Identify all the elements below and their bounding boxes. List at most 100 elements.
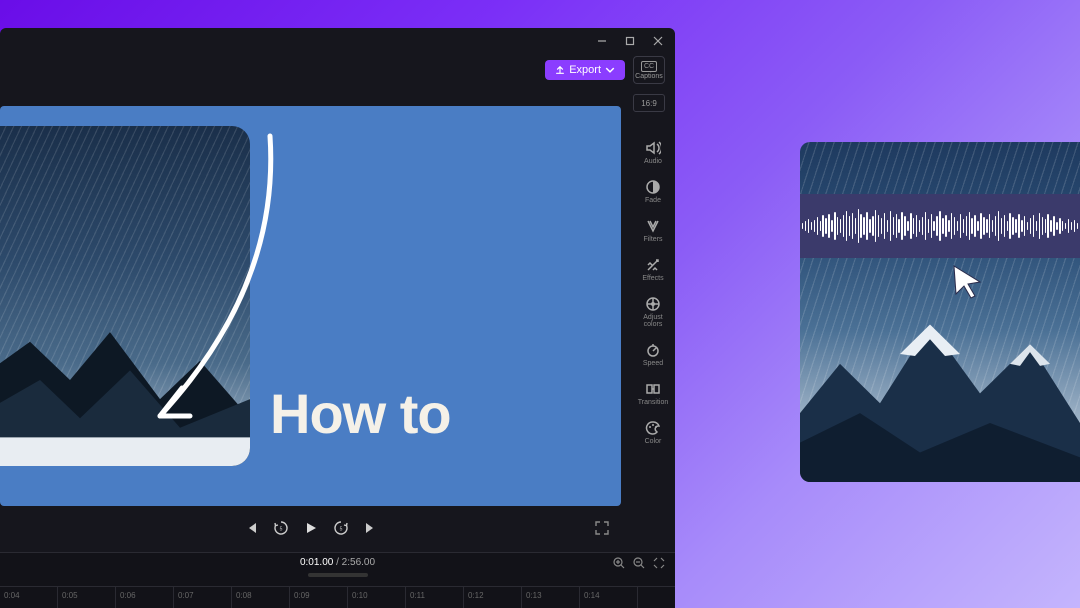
waveform-bar xyxy=(875,210,876,242)
chevron-down-icon xyxy=(605,65,615,75)
tool-transition[interactable]: Transition xyxy=(633,381,673,406)
tool-adjust-colors[interactable]: Adjust colors xyxy=(633,296,673,328)
waveform-bar xyxy=(846,211,847,241)
waveform-bar xyxy=(922,217,923,235)
tool-audio[interactable]: Audio xyxy=(633,140,673,165)
skip-start-button[interactable] xyxy=(242,519,260,537)
waveform-bar xyxy=(992,220,993,232)
waveform-bar xyxy=(1074,220,1075,232)
waveform-bar xyxy=(901,212,902,240)
fade-icon xyxy=(645,179,661,195)
effects-icon xyxy=(645,257,661,273)
fit-zoom-button[interactable] xyxy=(653,557,665,569)
ruler-tick: 0:04 xyxy=(0,587,58,608)
waveform-bar xyxy=(913,218,914,234)
waveform-bar xyxy=(1012,217,1013,235)
play-button[interactable] xyxy=(302,519,320,537)
tool-fade[interactable]: Fade xyxy=(633,179,673,204)
waveform-bar xyxy=(881,218,882,234)
waveform-bar xyxy=(869,219,870,233)
tool-label: Fade xyxy=(645,197,661,204)
waveform-bar xyxy=(910,213,911,239)
waveform-bar xyxy=(890,211,891,241)
timeline-scrollbar[interactable] xyxy=(308,573,368,577)
waveform-bar xyxy=(989,214,990,238)
waveform-bar xyxy=(1027,222,1028,230)
waveform-bar xyxy=(820,221,821,231)
waveform-bar xyxy=(969,212,970,240)
waveform-bar xyxy=(1021,220,1022,232)
waveform-bar xyxy=(980,213,981,239)
ruler-tick: 0:05 xyxy=(58,587,116,608)
captions-button[interactable]: CC Captions xyxy=(633,56,665,84)
fullscreen-button[interactable] xyxy=(595,521,609,535)
waveform-bar xyxy=(805,221,806,231)
preview-column: How to 5 5 xyxy=(0,90,631,550)
waveform-bar xyxy=(878,215,879,237)
playback-controls: 5 5 xyxy=(0,506,621,550)
timeline-area: 0:01.00 / 2:56.00 0:040:050:060:070:080:… xyxy=(0,552,675,608)
zoom-out-button[interactable] xyxy=(633,557,645,569)
timeline-ruler[interactable]: 0:040:050:060:070:080:090:100:110:120:13… xyxy=(0,586,675,608)
waveform-bar xyxy=(1062,221,1063,231)
waveform-bar xyxy=(1056,222,1057,230)
window-titlebar xyxy=(0,28,675,54)
waveform-bar xyxy=(1071,222,1072,230)
promo-preview-panel xyxy=(800,142,1080,482)
ruler-tick: 0:09 xyxy=(290,587,348,608)
waveform-bar xyxy=(1039,213,1040,239)
export-button[interactable]: Export xyxy=(545,60,625,80)
overlay-title-text: How to xyxy=(270,381,451,446)
forward-button[interactable]: 5 xyxy=(332,519,350,537)
waveform-bar xyxy=(840,219,841,233)
audio-waveform-clip[interactable] xyxy=(800,194,1080,258)
waveform-bar xyxy=(983,217,984,235)
ruler-tick: 0:13 xyxy=(522,587,580,608)
waveform-bar xyxy=(1059,218,1060,234)
skip-end-button[interactable] xyxy=(362,519,380,537)
waveform-bar xyxy=(834,212,835,240)
current-time: 0:01.00 xyxy=(300,557,333,568)
waveform-bar xyxy=(814,220,815,232)
waveform-bar xyxy=(1050,220,1051,232)
video-editor-window: Export CC Captions 16:9 xyxy=(0,28,675,608)
zoom-in-button[interactable] xyxy=(613,557,625,569)
waveform-bar xyxy=(1068,219,1069,233)
waveform-bar xyxy=(831,220,832,232)
waveform-bar xyxy=(954,217,955,235)
tool-color[interactable]: Color xyxy=(633,420,673,445)
preview-canvas[interactable]: How to xyxy=(0,106,621,506)
waveform-bar xyxy=(884,213,885,239)
ruler-tick: 0:14 xyxy=(580,587,638,608)
waveform-bar xyxy=(1007,221,1008,231)
zoom-controls xyxy=(613,557,665,569)
tool-label: Adjust colors xyxy=(633,314,673,328)
promo-mountain xyxy=(800,295,1080,482)
waveform-bar xyxy=(995,216,996,236)
filters-icon xyxy=(645,218,661,234)
waveform-bar xyxy=(858,209,859,243)
tool-label: Speed xyxy=(643,360,663,367)
ruler-tick: 0:10 xyxy=(348,587,406,608)
maximize-button[interactable] xyxy=(623,34,637,48)
tool-effects[interactable]: Effects xyxy=(633,257,673,282)
transition-icon xyxy=(645,381,661,397)
tool-label: Filters xyxy=(643,236,662,243)
tool-filters[interactable]: Filters xyxy=(633,218,673,243)
aspect-ratio-button[interactable]: 16:9 xyxy=(633,94,665,112)
tool-speed[interactable]: Speed xyxy=(633,342,673,367)
waveform-bar xyxy=(960,214,961,238)
cursor-icon xyxy=(950,264,984,300)
minimize-button[interactable] xyxy=(595,34,609,48)
waveform-bar xyxy=(928,219,929,233)
tool-label: Effects xyxy=(642,275,663,282)
waveform-bar xyxy=(974,215,975,237)
rewind-button[interactable]: 5 xyxy=(272,519,290,537)
tool-label: Audio xyxy=(644,158,662,165)
waveform-bar xyxy=(916,215,917,237)
waveform-bar xyxy=(907,221,908,231)
close-button[interactable] xyxy=(651,34,665,48)
waveform-bar xyxy=(817,217,818,235)
waveform-bar xyxy=(977,221,978,231)
upload-icon xyxy=(555,65,565,75)
